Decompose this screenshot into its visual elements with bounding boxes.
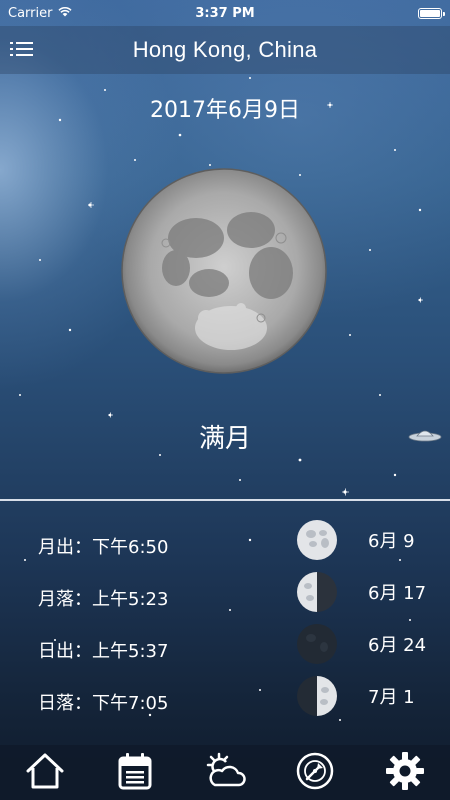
compass-icon [293,749,337,797]
new-moon-icon [296,623,338,665]
settings-icon [383,749,427,797]
sunrise-row: 日出：上午5:37 [38,641,169,662]
calendar-icon [113,749,157,797]
full-moon-image [121,168,327,374]
moonset-row: 月落：上午5:23 [38,589,169,610]
tab-bar [0,745,450,800]
phase-date: 6月 17 [368,583,427,604]
upcoming-phases: 6月 9 6月 17 6月 24 7月 1 [296,514,426,722]
full-moon-icon [296,519,338,561]
home-icon [23,749,67,797]
phase-row[interactable]: 7月 1 [296,670,426,722]
sunset-row: 日落：下午7:05 [38,693,169,714]
phase-row[interactable]: 6月 17 [296,566,426,618]
status-bar: Carrier 3:37 PM [0,0,450,26]
header-bar: Hong Kong, China [0,26,450,74]
phase-date: 6月 24 [368,635,427,656]
tab-weather[interactable] [200,750,250,796]
tab-calendar[interactable] [110,750,160,796]
first-quarter-icon [296,675,338,717]
tab-settings[interactable] [380,750,430,796]
rise-set-times: 月出：下午6:50 月落：上午5:23 日出：上午5:37 日落：下午7:05 [38,520,168,728]
ufo-icon [408,426,442,444]
tab-compass[interactable] [290,750,340,796]
menu-icon[interactable] [10,38,34,60]
phase-date: 7月 1 [368,687,415,708]
tab-home[interactable] [20,750,70,796]
last-quarter-icon [296,571,338,613]
moon-phase-name: 满月 [198,424,251,454]
status-time: 3:37 PM [195,5,255,21]
date-label: 2017年6月9日 [150,98,300,123]
moonrise-row: 月出：下午6:50 [38,537,169,558]
battery-icon [418,7,445,19]
divider [0,499,450,501]
phase-date: 6月 9 [368,531,415,552]
city-title[interactable]: Hong Kong, China [133,37,318,63]
weather-icon [203,749,247,797]
phase-row[interactable]: 6月 9 [296,514,426,566]
phase-row[interactable]: 6月 24 [296,618,426,670]
